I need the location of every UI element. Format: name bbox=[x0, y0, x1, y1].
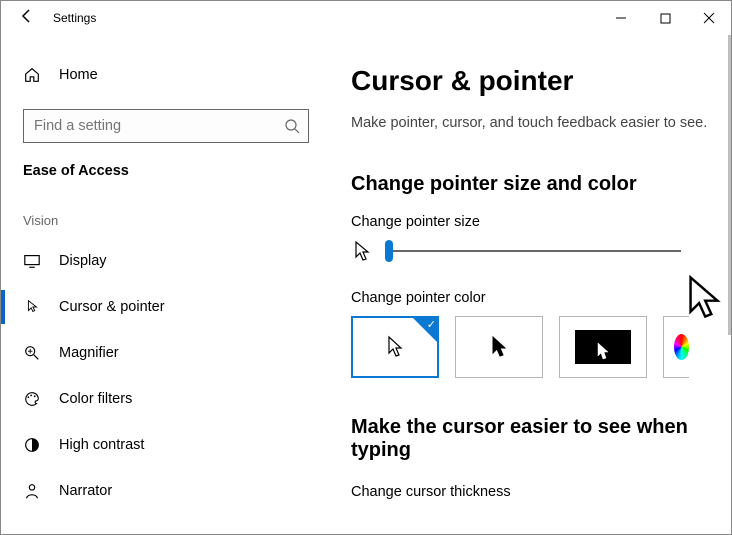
home-icon bbox=[23, 66, 41, 84]
group-heading: Vision bbox=[1, 213, 331, 228]
search-icon bbox=[284, 118, 300, 134]
search-field[interactable] bbox=[34, 118, 284, 134]
narrator-icon bbox=[23, 482, 41, 500]
nav-label: Display bbox=[59, 253, 107, 269]
nav-high-contrast[interactable]: High contrast bbox=[1, 422, 331, 468]
sidebar: Home Ease of Access Vision Display Curso… bbox=[1, 35, 331, 534]
contrast-icon bbox=[23, 436, 41, 454]
pointer-color-white[interactable]: ✓ bbox=[351, 316, 439, 378]
page-subtitle: Make pointer, cursor, and touch feedback… bbox=[351, 115, 731, 131]
nav-display[interactable]: Display bbox=[1, 238, 331, 284]
nav-magnifier[interactable]: Magnifier bbox=[1, 330, 331, 376]
label-pointer-size: Change pointer size bbox=[351, 214, 731, 230]
scrollbar[interactable] bbox=[728, 35, 731, 335]
window-title: Settings bbox=[53, 11, 96, 25]
cursor-inverted-icon bbox=[595, 342, 611, 362]
label-cursor-thickness: Change cursor thickness bbox=[351, 484, 731, 500]
nav-color-filters[interactable]: Color filters bbox=[1, 376, 331, 422]
palette-icon bbox=[23, 390, 41, 408]
nav-label: Color filters bbox=[59, 391, 132, 407]
slider-thumb[interactable] bbox=[385, 240, 393, 262]
close-button[interactable] bbox=[687, 2, 731, 34]
nav-narrator[interactable]: Narrator bbox=[1, 468, 331, 514]
home-nav[interactable]: Home bbox=[1, 55, 331, 95]
nav-label: Magnifier bbox=[59, 345, 119, 361]
pointer-color-black[interactable] bbox=[455, 316, 543, 378]
minimize-button[interactable] bbox=[599, 2, 643, 34]
category-heading: Ease of Access bbox=[1, 163, 331, 179]
section-cursor-typing: Make the cursor easier to see when typin… bbox=[351, 416, 691, 462]
back-button[interactable] bbox=[13, 1, 41, 35]
pointer-color-inverted[interactable] bbox=[559, 316, 647, 378]
label-pointer-color: Change pointer color bbox=[351, 290, 731, 306]
nav-label: Cursor & pointer bbox=[59, 299, 165, 315]
pointer-large-icon bbox=[685, 275, 723, 324]
pointer-color-custom[interactable] bbox=[663, 316, 689, 378]
search-input[interactable] bbox=[23, 109, 309, 143]
magnifier-icon bbox=[23, 344, 41, 362]
nav-label: High contrast bbox=[59, 437, 144, 453]
maximize-button[interactable] bbox=[643, 2, 687, 34]
pointer-size-slider[interactable] bbox=[385, 240, 681, 262]
section-size-color: Change pointer size and color bbox=[351, 173, 731, 196]
check-icon: ✓ bbox=[427, 318, 436, 332]
nav-cursor-pointer[interactable]: Cursor & pointer bbox=[1, 284, 331, 330]
nav-label: Narrator bbox=[59, 483, 112, 499]
slider-track bbox=[385, 250, 681, 252]
cursor-white-icon bbox=[385, 335, 405, 359]
cursor-black-icon bbox=[489, 335, 509, 359]
cursor-icon bbox=[23, 298, 41, 316]
page-title: Cursor & pointer bbox=[351, 65, 731, 97]
main-content: Cursor & pointer Make pointer, cursor, a… bbox=[331, 35, 731, 534]
pointer-small-icon bbox=[351, 240, 373, 262]
inverted-bg bbox=[575, 330, 631, 364]
display-icon bbox=[23, 252, 41, 270]
color-wheel-icon bbox=[674, 334, 689, 360]
home-label: Home bbox=[59, 67, 98, 83]
